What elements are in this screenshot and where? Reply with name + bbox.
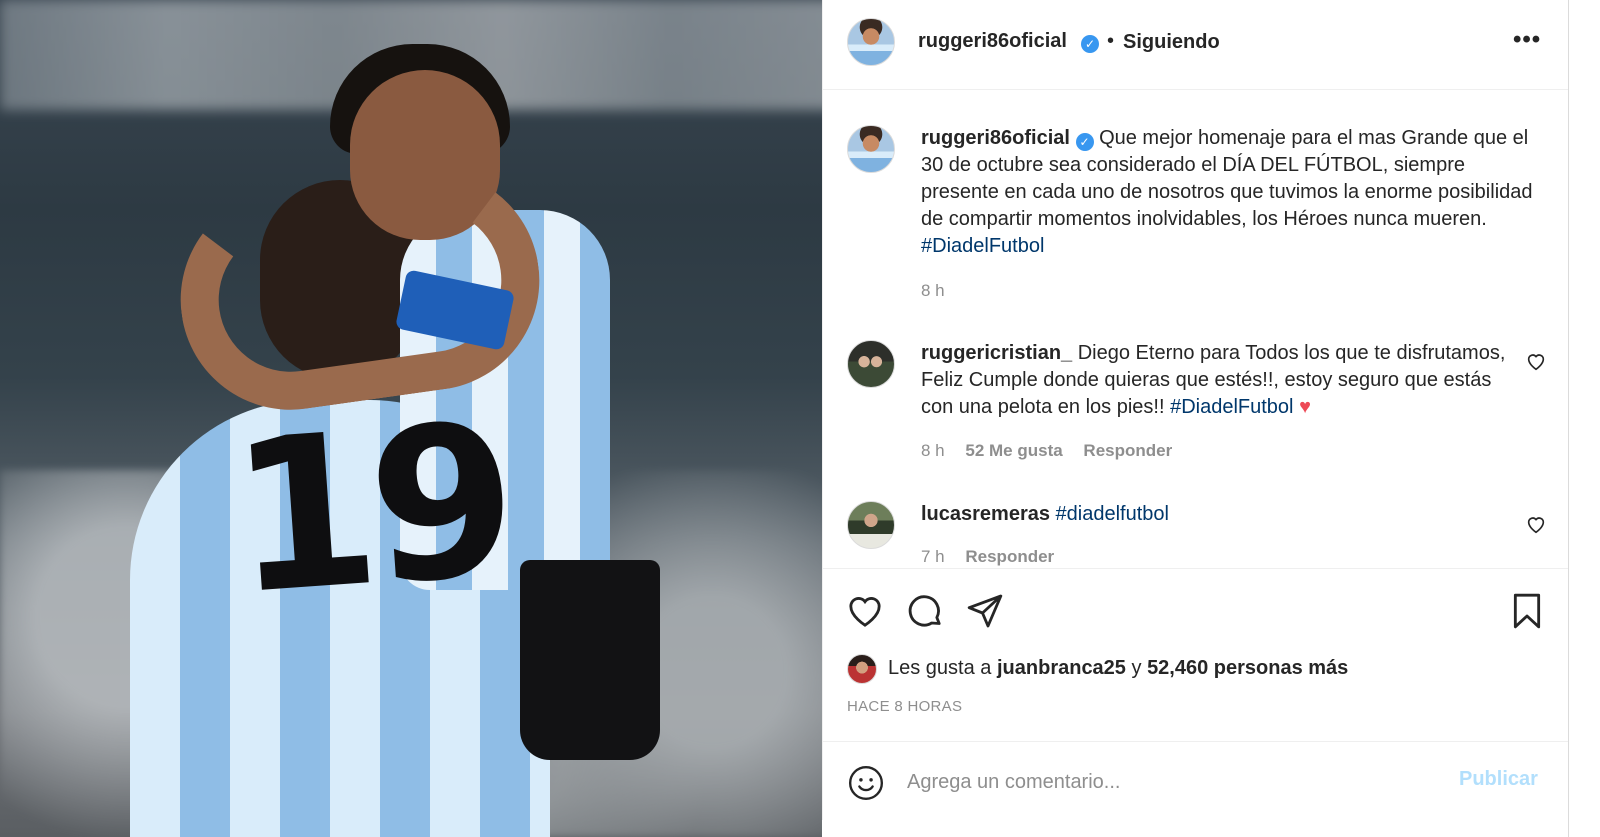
comment-meta: 7 h Responder xyxy=(921,547,1070,567)
comment-avatar[interactable] xyxy=(847,501,895,549)
comment-icon[interactable] xyxy=(905,591,945,631)
separator-dot: • xyxy=(1107,30,1115,52)
likes-connector: y xyxy=(1131,657,1142,679)
post-actions: Les gusta a juanbranca25 y 52,460 person… xyxy=(823,568,1569,748)
comment-username[interactable]: ruggericristian_ xyxy=(921,342,1072,364)
likes-prefix: Les gusta a xyxy=(888,657,992,679)
heart-icon[interactable] xyxy=(1525,350,1547,372)
reply-button[interactable]: Responder xyxy=(965,547,1054,566)
author-avatar[interactable] xyxy=(847,18,895,66)
post-timestamp[interactable]: HACE 8 HORAS xyxy=(847,698,962,715)
share-icon[interactable] xyxy=(965,591,1005,631)
liker-username[interactable]: juanbranca25 xyxy=(997,657,1126,679)
window-edge xyxy=(1568,0,1600,837)
comment-item: lucasremeras #diadelfutbol 7 h Responder xyxy=(823,501,1569,567)
comment-time[interactable]: 8 h xyxy=(921,441,945,460)
post-header: ruggeri86oficial ✓ • Siguiendo ••• xyxy=(823,0,1569,90)
comment-meta: 8 h 52 Me gusta Responder xyxy=(921,441,1188,461)
comment-composer: Publicar xyxy=(823,741,1569,820)
heart-icon[interactable] xyxy=(1525,513,1547,535)
caption-avatar[interactable] xyxy=(847,125,895,173)
player-shorts xyxy=(520,560,660,760)
reply-button[interactable]: Responder xyxy=(1083,441,1172,460)
red-heart-emoji: ♥ xyxy=(1299,396,1311,418)
comment-input[interactable] xyxy=(907,768,1427,796)
panel-bottom-edge xyxy=(822,820,1568,837)
comment-time[interactable]: 7 h xyxy=(921,547,945,566)
likes-text: Les gusta a juanbranca25 y 52,460 person… xyxy=(888,657,1348,680)
caption-time[interactable]: 8 h xyxy=(921,281,945,300)
publish-button[interactable]: Publicar xyxy=(1459,768,1538,791)
comment-likes[interactable]: 52 Me gusta xyxy=(965,441,1062,460)
caption-username[interactable]: ruggeri86oficial xyxy=(921,127,1070,149)
hashtag-link[interactable]: #DiadelFutbol xyxy=(1170,396,1293,418)
bookmark-icon[interactable] xyxy=(1507,591,1547,631)
author-username[interactable]: ruggeri86oficial xyxy=(918,30,1067,53)
caption-text: ruggeri86oficial ✓ Que mejor homenaje pa… xyxy=(921,125,1541,260)
comment-avatar[interactable] xyxy=(847,340,895,388)
caption-meta: 8 h xyxy=(921,281,961,301)
comment-text: lucasremeras #diadelfutbol xyxy=(921,501,1541,528)
likes-others[interactable]: 52,460 personas más xyxy=(1147,657,1348,679)
jersey-number: 19 xyxy=(223,377,517,642)
comment-text: ruggericristian_ Diego Eterno para Todos… xyxy=(921,340,1519,421)
comments-list[interactable]: ruggeri86oficial ✓ Que mejor homenaje pa… xyxy=(823,91,1569,567)
caption: ruggeri86oficial ✓ Que mejor homenaje pa… xyxy=(823,125,1569,315)
heart-icon[interactable] xyxy=(845,591,885,631)
more-icon[interactable]: ••• xyxy=(1513,26,1541,54)
comment-username[interactable]: lucasremeras xyxy=(921,503,1050,525)
hashtag-link[interactable]: #diadelfutbol xyxy=(1056,503,1169,525)
post-photo[interactable]: 19 xyxy=(0,0,838,837)
verified-icon: ✓ xyxy=(1075,133,1094,151)
hashtag-link[interactable]: #DiadelFutbol xyxy=(921,235,1044,257)
comment-item: ruggericristian_ Diego Eterno para Todos… xyxy=(823,340,1569,470)
post-side-panel: ruggeri86oficial ✓ • Siguiendo ••• rugge… xyxy=(822,0,1569,820)
liker-avatar[interactable] xyxy=(847,654,877,684)
following-button[interactable]: Siguiendo xyxy=(1123,31,1220,54)
smiley-icon[interactable] xyxy=(847,764,885,802)
verified-icon: ✓ xyxy=(1081,35,1099,53)
